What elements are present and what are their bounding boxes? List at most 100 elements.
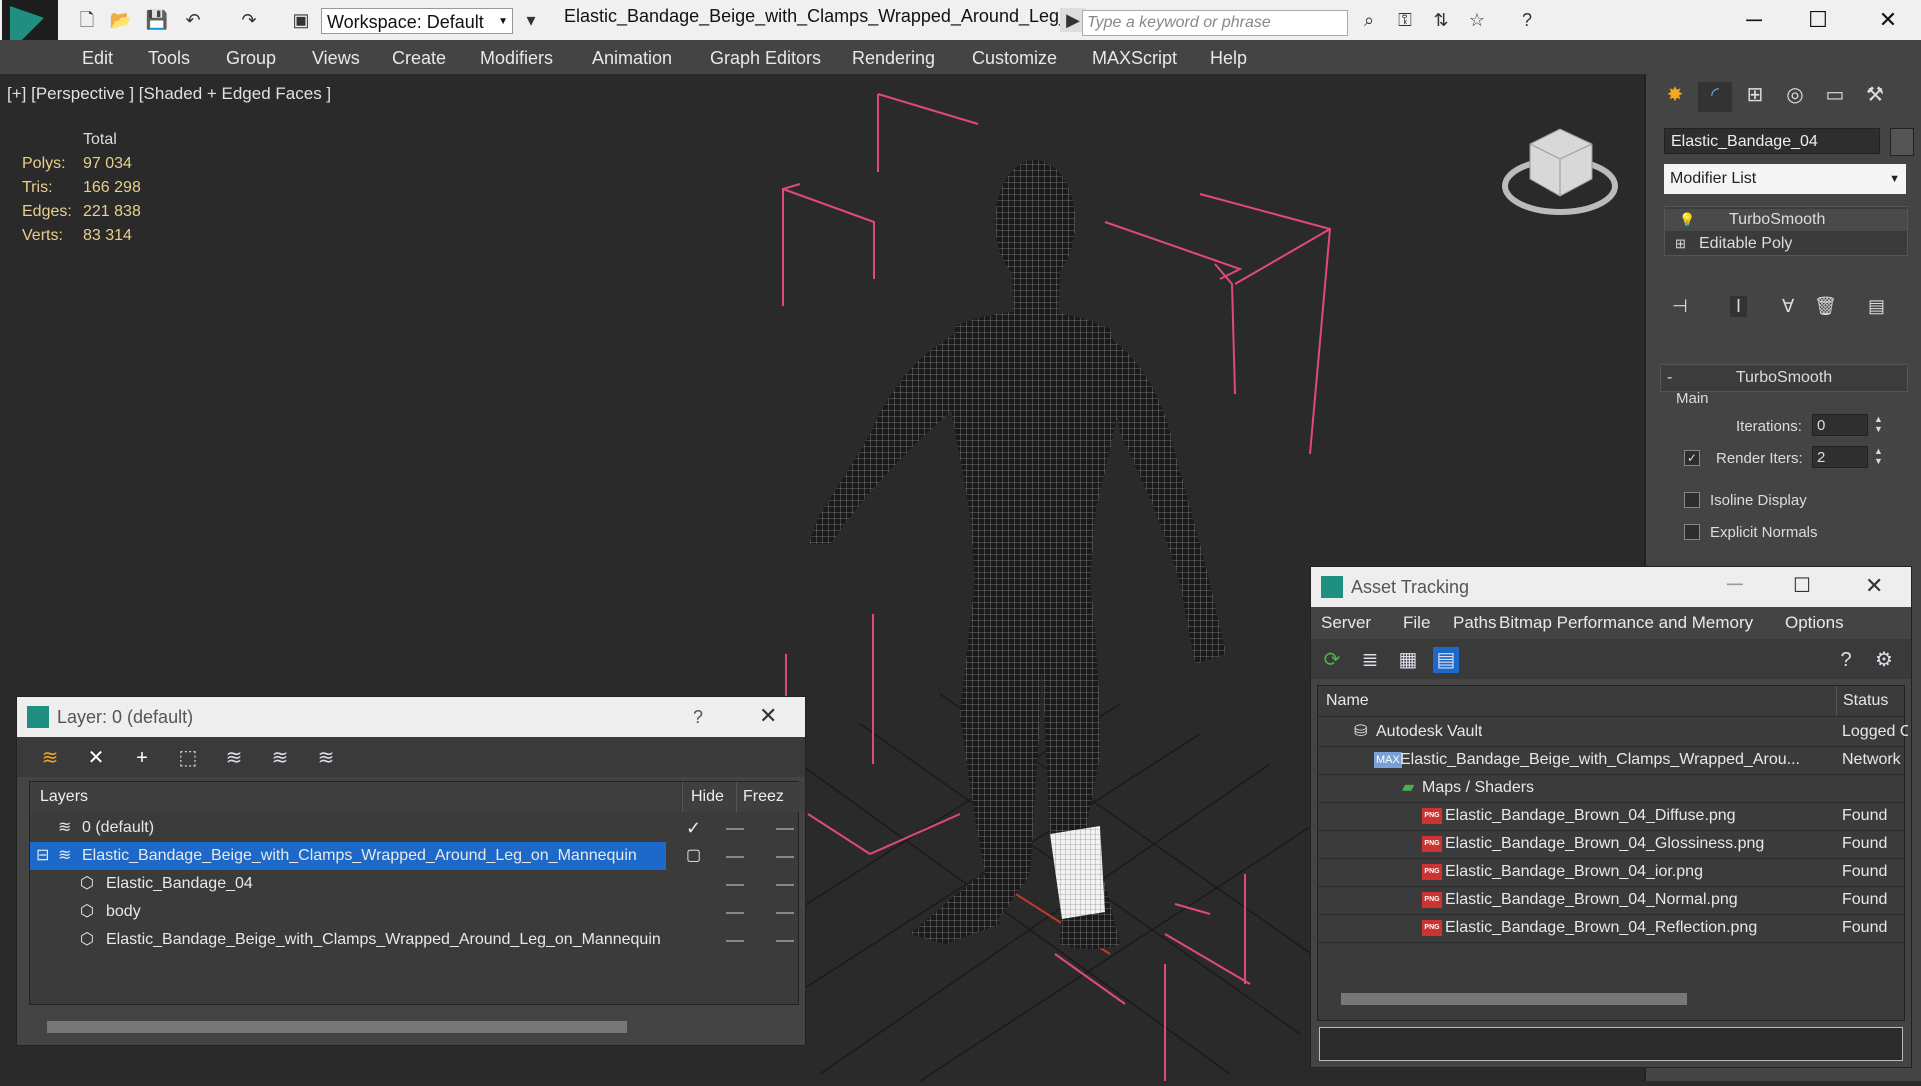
help-icon[interactable]: ?: [1514, 8, 1540, 32]
minimize-icon[interactable]: ─: [1727, 571, 1743, 597]
freeze-all-icon[interactable]: ≋: [313, 745, 339, 771]
column-layers[interactable]: Layers: [30, 782, 680, 812]
isoline-display-checkbox[interactable]: [1684, 492, 1700, 508]
motion-tab-icon[interactable]: ◎: [1778, 82, 1812, 112]
thumbnail-view-icon[interactable]: ▦: [1395, 647, 1421, 673]
asset-row[interactable]: ⛁ Autodesk Vault Logged O: [1318, 718, 1908, 747]
menu-file[interactable]: File: [1403, 613, 1430, 633]
iterations-spinner[interactable]: 0: [1812, 414, 1868, 436]
hide-all-icon[interactable]: ≋: [267, 745, 293, 771]
menu-tools[interactable]: Tools: [148, 48, 190, 69]
explicit-normals-checkbox[interactable]: [1684, 524, 1700, 540]
menu-bitmap-performance[interactable]: Bitmap Performance and Memory: [1499, 613, 1753, 633]
asset-row[interactable]: PNG Elastic_Bandage_Brown_04_Diffuse.png …: [1318, 802, 1904, 831]
add-to-layer-icon[interactable]: +: [129, 745, 155, 771]
display-tab-icon[interactable]: ▭: [1818, 82, 1852, 112]
refresh-icon[interactable]: ⟳: [1319, 647, 1345, 673]
configure-sets-icon[interactable]: ▤: [1868, 296, 1885, 317]
new-layer-icon[interactable]: ≋: [37, 745, 63, 771]
select-objects-icon[interactable]: ⬚: [175, 745, 201, 771]
close-icon[interactable]: ✕: [759, 703, 777, 729]
close-icon[interactable]: ✕: [1865, 573, 1883, 599]
settings-help-icon[interactable]: ⚙: [1871, 647, 1897, 673]
iterations-spinner-arrows[interactable]: ▲ ▼: [1874, 414, 1883, 434]
utilities-tab-icon[interactable]: ⚒: [1858, 82, 1892, 112]
column-name[interactable]: Name: [1326, 686, 1369, 716]
asset-row[interactable]: MAX Elastic_Bandage_Beige_with_Clamps_Wr…: [1318, 746, 1904, 775]
hierarchy-tab-icon[interactable]: ⊞: [1738, 82, 1772, 112]
render-iters-spinner[interactable]: 2: [1812, 446, 1868, 468]
create-tab-icon[interactable]: ✸: [1658, 82, 1692, 112]
viewport-label[interactable]: [+] [Perspective ] [Shaded + Edged Faces…: [7, 84, 331, 104]
open-file-icon[interactable]: 📂: [108, 8, 134, 32]
asset-dialog-titlebar[interactable]: Asset Tracking ─ ☐ ✕: [1311, 567, 1911, 607]
horizontal-scrollbar[interactable]: [47, 1021, 627, 1033]
show-end-result-icon[interactable]: I: [1730, 296, 1748, 317]
menu-maxscript[interactable]: MAXScript: [1092, 48, 1177, 69]
asset-path-field[interactable]: [1319, 1027, 1903, 1061]
workspace-dropdown[interactable]: Workspace: Default ▼: [321, 8, 513, 34]
favorites-star-icon[interactable]: ☆: [1464, 8, 1490, 32]
object-name-field[interactable]: Elastic_Bandage_04: [1664, 128, 1880, 154]
layer-row[interactable]: ⊟ ≋ Elastic_Bandage_Beige_with_Clamps_Wr…: [30, 842, 798, 870]
maximize-icon[interactable]: ☐: [1793, 573, 1811, 598]
active-layer-check-icon[interactable]: ✓: [686, 814, 701, 842]
menu-group[interactable]: Group: [226, 48, 276, 69]
binoculars-icon[interactable]: ⌕: [1356, 8, 1382, 32]
layer-row[interactable]: ≋ 0 (default) ✓: [30, 814, 798, 842]
pin-stack-icon[interactable]: ⊣: [1672, 296, 1688, 317]
remove-modifier-icon[interactable]: 🗑: [1814, 296, 1837, 317]
search-input[interactable]: Type a keyword or phrase: [1082, 10, 1348, 36]
column-hide[interactable]: Hide: [682, 782, 739, 812]
menu-animation[interactable]: Animation: [592, 48, 672, 69]
object-color-swatch[interactable]: [1890, 128, 1914, 156]
stack-item-editable-poly[interactable]: ⊞ Editable Poly: [1665, 233, 1907, 255]
highlight-layer-icon[interactable]: ≋: [221, 745, 247, 771]
redo-icon[interactable]: ↷: [236, 8, 262, 32]
help-icon[interactable]: ?: [693, 707, 703, 728]
minimize-icon[interactable]: ─: [1734, 4, 1774, 36]
project-icon[interactable]: ▣: [288, 8, 314, 32]
layer-object-row[interactable]: ⬡ Elastic_Bandage_04: [30, 870, 798, 898]
menu-paths[interactable]: Paths: [1453, 613, 1496, 633]
key-icon[interactable]: ⚿: [1392, 8, 1418, 32]
asset-row[interactable]: PNG Elastic_Bandage_Brown_04_Glossiness.p…: [1318, 830, 1904, 859]
make-unique-icon[interactable]: ∀: [1782, 296, 1794, 317]
maximize-icon[interactable]: ☐: [1798, 4, 1838, 36]
delete-layer-icon[interactable]: ✕: [83, 745, 109, 771]
render-iters-spinner-arrows[interactable]: ▲ ▼: [1874, 446, 1883, 466]
set-current-layer-icon[interactable]: ▢: [686, 842, 701, 870]
menu-customize[interactable]: Customize: [972, 48, 1057, 69]
asset-row[interactable]: PNG Elastic_Bandage_Brown_04_Normal.png F…: [1318, 886, 1904, 915]
horizontal-scrollbar[interactable]: [1341, 993, 1687, 1005]
menu-edit[interactable]: Edit: [82, 48, 113, 69]
list-view-icon[interactable]: ≣: [1357, 647, 1383, 673]
expand-plus-icon[interactable]: ⊞: [1675, 233, 1686, 255]
menu-create[interactable]: Create: [392, 48, 446, 69]
table-view-icon[interactable]: ▤: [1433, 647, 1459, 673]
menu-server[interactable]: Server: [1321, 613, 1371, 633]
undo-icon[interactable]: ↶: [180, 8, 206, 32]
menu-modifiers[interactable]: Modifiers: [480, 48, 553, 69]
layer-object-row[interactable]: ⬡ Elastic_Bandage_Beige_with_Clamps_Wrap…: [30, 926, 798, 954]
layer-object-row[interactable]: ⬡ body: [30, 898, 798, 926]
modify-tab-icon[interactable]: ◜: [1698, 82, 1732, 112]
collapse-icon[interactable]: ⊟: [36, 842, 49, 870]
menu-help[interactable]: Help: [1210, 48, 1247, 69]
column-freeze[interactable]: Freez: [736, 782, 805, 812]
asset-row[interactable]: PNG Elastic_Bandage_Brown_04_ior.png Foun…: [1318, 858, 1904, 887]
menu-options[interactable]: Options: [1785, 613, 1844, 633]
vault-help-icon[interactable]: ?: [1833, 647, 1859, 673]
menu-rendering[interactable]: Rendering: [852, 48, 935, 69]
asset-row[interactable]: ▰ Maps / Shaders: [1318, 774, 1904, 803]
asset-row[interactable]: PNG Elastic_Bandage_Brown_04_Reflection.p…: [1318, 914, 1904, 943]
save-icon[interactable]: 💾: [144, 8, 170, 32]
stack-item-turbosmooth[interactable]: 💡 TurboSmooth: [1665, 209, 1907, 231]
lightbulb-icon[interactable]: 💡: [1679, 209, 1695, 231]
new-file-icon[interactable]: 🗋: [74, 8, 100, 32]
modifier-list-dropdown[interactable]: Modifier List ▼: [1664, 164, 1906, 194]
turbosmooth-rollout-title[interactable]: - TurboSmooth: [1660, 364, 1908, 392]
layer-dialog-titlebar[interactable]: Layer: 0 (default) ? ✕: [17, 697, 805, 737]
render-iters-checkbox[interactable]: ✓: [1684, 450, 1700, 466]
exchange-icon[interactable]: ⇅: [1428, 8, 1454, 32]
